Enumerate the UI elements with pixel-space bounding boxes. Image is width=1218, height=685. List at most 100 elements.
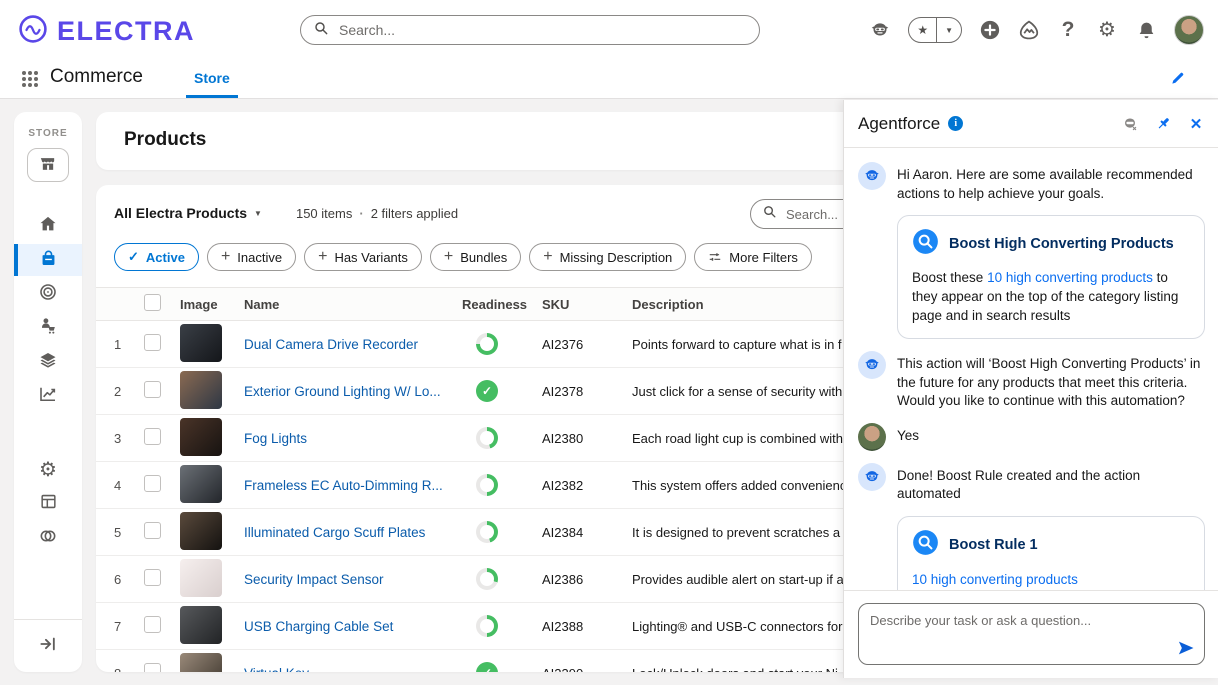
plus-icon: + — [543, 248, 552, 266]
add-icon[interactable] — [979, 19, 1001, 41]
row-checkbox[interactable] — [144, 428, 161, 445]
info-icon[interactable]: i — [948, 116, 963, 131]
help-icon[interactable]: ? — [1057, 19, 1079, 41]
user-avatar[interactable] — [1174, 15, 1204, 45]
sidebar-item-shoppers[interactable] — [14, 312, 82, 344]
prompt-input[interactable] — [859, 604, 1204, 664]
filters-applied: 2 filters applied — [371, 206, 458, 221]
recommendation-card[interactable]: Boost High Converting Products Boost the… — [897, 215, 1205, 339]
sidebar-item-sync[interactable] — [14, 522, 82, 554]
agentforce-footer — [844, 590, 1218, 678]
global-header: ELECTRA ★ ▼ ? ⚙ — [0, 0, 1218, 60]
favorites-star-icon[interactable]: ★ — [909, 18, 936, 42]
sidebar-item-home[interactable] — [14, 210, 82, 242]
column-sku: SKU — [542, 297, 632, 312]
search-icon — [762, 204, 777, 224]
row-checkbox[interactable] — [144, 616, 161, 633]
product-sku: AI2390 — [542, 666, 632, 673]
check-icon: ✓ — [128, 249, 139, 265]
waffle-icon[interactable] — [22, 71, 38, 87]
plus-icon: + — [221, 248, 230, 266]
products-bag-icon — [39, 248, 58, 272]
global-search[interactable] — [300, 15, 760, 45]
pin-icon[interactable] — [1154, 115, 1172, 133]
products-link[interactable]: 10 high converting products — [912, 572, 1078, 587]
filter-pill-more-filters[interactable]: More Filters — [694, 243, 812, 271]
trailhead-icon[interactable] — [1018, 19, 1040, 41]
bot-message: This action will ‘Boost High Converting … — [858, 351, 1205, 411]
layers-icon — [38, 350, 58, 375]
product-thumbnail — [180, 653, 222, 673]
sidebar-expand-button[interactable] — [14, 620, 82, 672]
product-name-link[interactable]: Dual Camera Drive Recorder — [244, 337, 462, 352]
filter-pill-bundles[interactable]: +Bundles — [430, 243, 521, 271]
product-name-link[interactable]: Virtual Key — [244, 666, 462, 673]
row-checkbox[interactable] — [144, 663, 161, 672]
boost-rule-card[interactable]: Boost Rule 1 10 high converting products… — [897, 516, 1205, 590]
einstein-bot-icon[interactable] — [869, 19, 891, 41]
send-icon[interactable] — [1177, 639, 1195, 657]
column-readiness: Readiness — [462, 297, 542, 312]
product-name-link[interactable]: Frameless EC Auto-Dimming R... — [244, 478, 462, 493]
edit-pencil-icon[interactable] — [1170, 70, 1186, 86]
sidebar-item-settings[interactable]: ⚙ — [14, 454, 82, 486]
close-icon[interactable]: ✕ — [1187, 115, 1205, 133]
sidebar-item-pages[interactable] — [14, 488, 82, 520]
product-name-link[interactable]: Illuminated Cargo Scuff Plates — [244, 525, 462, 540]
readiness-indicator — [476, 615, 498, 637]
user-avatar — [858, 423, 886, 451]
product-name-link[interactable]: Security Impact Sensor — [244, 572, 462, 587]
store-sidebar: STORE ⚙ — [14, 112, 82, 672]
boost-search-icon — [912, 228, 939, 260]
sidebar-nav-secondary: ⚙ — [14, 454, 82, 556]
filter-pill-active[interactable]: ✓Active — [114, 243, 199, 271]
select-all-checkbox[interactable] — [144, 294, 161, 311]
sidebar-item-target[interactable] — [14, 278, 82, 310]
column-name: Name — [244, 297, 462, 312]
favorites-control[interactable]: ★ ▼ — [908, 17, 962, 43]
row-checkbox[interactable] — [144, 334, 161, 351]
boost-search-icon — [912, 529, 939, 561]
notifications-bell-icon[interactable] — [1135, 19, 1157, 41]
sliders-icon — [708, 250, 722, 264]
agentforce-conversation: Hi Aaron. Here are some available recomm… — [844, 148, 1218, 590]
row-checkbox[interactable] — [144, 569, 161, 586]
product-sku: AI2380 — [542, 431, 632, 446]
product-name-link[interactable]: Exterior Ground Lighting W/ Lo... — [244, 384, 462, 399]
sidebar-item-catalogs[interactable] — [14, 346, 82, 378]
list-view-selector[interactable]: All Electra Products ▼ — [114, 205, 262, 221]
row-checkbox[interactable] — [144, 522, 161, 539]
linked-circles-icon — [38, 526, 58, 551]
logo-text: ELECTRA — [57, 16, 195, 47]
bot-message: Done! Boost Rule created and the action … — [858, 463, 1205, 504]
bot-message-text: Done! Boost Rule created and the action … — [897, 463, 1205, 504]
tab-store[interactable]: Store — [186, 60, 238, 98]
filter-pill-has-variants[interactable]: +Has Variants — [304, 243, 422, 271]
prompt-box[interactable] — [858, 603, 1205, 665]
product-thumbnail — [180, 418, 222, 456]
bot-dismiss-icon[interactable] — [1121, 115, 1139, 133]
page-title: Products — [124, 129, 206, 151]
electra-logo-icon — [18, 14, 48, 49]
row-checkbox[interactable] — [144, 475, 161, 492]
row-number: 8 — [114, 666, 144, 673]
product-name-link[interactable]: USB Charging Cable Set — [244, 619, 462, 634]
header-actions: ★ ▼ ? ⚙ — [869, 0, 1204, 60]
product-thumbnail — [180, 606, 222, 644]
row-number: 5 — [114, 525, 144, 540]
bot-avatar-icon — [858, 162, 886, 190]
filter-pill-missing-description[interactable]: +Missing Description — [529, 243, 686, 271]
readiness-indicator — [476, 521, 498, 543]
product-name-link[interactable]: Fog Lights — [244, 431, 462, 446]
filter-pill-inactive[interactable]: +Inactive — [207, 243, 296, 271]
home-icon — [38, 214, 58, 239]
row-number: 1 — [114, 337, 144, 352]
products-link[interactable]: 10 high converting products — [987, 270, 1153, 285]
favorites-dropdown-icon[interactable]: ▼ — [936, 18, 961, 42]
setup-gear-icon[interactable]: ⚙ — [1096, 19, 1118, 41]
storefront-button[interactable] — [27, 148, 69, 182]
sidebar-item-products[interactable] — [14, 244, 82, 276]
global-search-input[interactable] — [337, 21, 747, 39]
row-checkbox[interactable] — [144, 381, 161, 398]
sidebar-item-analytics[interactable] — [14, 380, 82, 412]
